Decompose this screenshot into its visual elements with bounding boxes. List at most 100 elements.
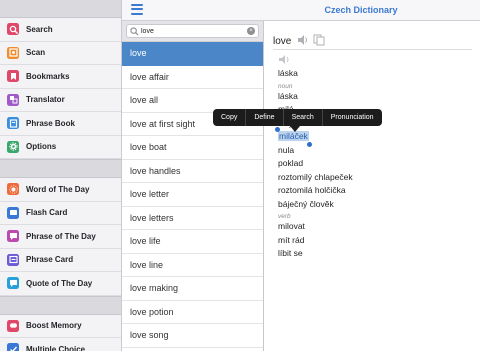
word-list-item[interactable]: love letters (122, 207, 263, 230)
sun-icon (7, 183, 19, 196)
sidebar: Search Scan Bookmarks Translator Phrase Book… (0, 0, 122, 351)
sidebar-item-options[interactable]: Options (0, 135, 121, 159)
translations-list: láskanounláskamilámilýmiláčeknulapokladr… (275, 67, 468, 261)
sidebar-group-practice: Boost Memory Multiple Choice (0, 314, 121, 351)
sidebar-spacer (0, 0, 121, 18)
word-list: love love affair love all love at first sig… (122, 42, 263, 348)
sidebar-item-translator[interactable]: Translator (0, 88, 121, 112)
word-list-item[interactable]: love song (122, 324, 263, 348)
sidebar-item-scan[interactable]: Scan (0, 41, 121, 65)
sidebar-group-daily: Word of The Day Flash Card Phrase of The D… (0, 178, 121, 296)
sidebar-item-label: Scan (26, 48, 46, 58)
sidebar-item-label: Quote of The Day (26, 278, 93, 288)
translation-item[interactable]: roztomilá holčička (278, 184, 468, 198)
translation-item[interactable]: poklad (278, 157, 468, 171)
search-input[interactable] (141, 25, 241, 37)
translation-item[interactable]: láska (278, 90, 468, 104)
sidebar-item-multiple-choice[interactable]: Multiple Choice (0, 338, 121, 351)
sidebar-item-bookmarks[interactable]: Bookmarks (0, 65, 121, 89)
part-of-speech-label: verb (278, 213, 291, 220)
sidebar-item-label: Multiple Choice (26, 344, 86, 351)
quote-icon (7, 277, 19, 290)
word-list-item[interactable]: love potion (122, 301, 263, 324)
menu-item-pronunciation[interactable]: Pronunciation (323, 109, 382, 126)
translation-item[interactable]: líbit se (278, 247, 468, 261)
word-list-item[interactable]: love affair (122, 66, 263, 89)
sidebar-item-label: Boost Memory (26, 321, 82, 331)
sidebar-item-boost-memory[interactable]: Boost Memory (0, 314, 121, 338)
sidebar-item-phrase-card[interactable]: Phrase Card (0, 248, 121, 272)
word-list-item[interactable]: love life (122, 230, 263, 254)
sidebar-item-label: Options (26, 142, 57, 152)
bookmarks-icon (7, 70, 19, 83)
word-list-item[interactable]: love handles (122, 160, 263, 183)
chat-bubble-icon (7, 230, 19, 243)
search-icon (130, 27, 139, 36)
sidebar-item-label: Translator (26, 95, 65, 105)
selection-handle[interactable] (275, 127, 280, 132)
translation-text: báječný člověk (278, 198, 334, 209)
app-title: Czech Dictionary (324, 5, 398, 15)
translation-item[interactable]: báječný člověk (278, 198, 468, 212)
menu-pointer (290, 126, 300, 132)
menu-item-search[interactable]: Search (284, 109, 323, 126)
translation-item[interactable]: milovat (278, 220, 468, 234)
selected-text: miláček (278, 131, 309, 141)
speaker-icon[interactable] (278, 54, 292, 65)
clear-search-icon[interactable]: × (247, 27, 255, 35)
sidebar-item-word-of-the-day[interactable]: Word of The Day (0, 178, 121, 202)
sidebar-item-label: Phrase Card (26, 255, 74, 265)
sidebar-item-phrase-book[interactable]: Phrase Book (0, 112, 121, 136)
sidebar-item-label: Search (26, 24, 53, 34)
phrase-card-icon (7, 253, 19, 266)
sidebar-item-flash-card[interactable]: Flash Card (0, 201, 121, 225)
translation-text: mít rád (278, 234, 305, 245)
translation-text: milovat (278, 221, 305, 231)
word-list-panel: × lovelove affairlove alllove at first s… (122, 21, 264, 351)
sidebar-spacer (0, 295, 121, 315)
menu-item-copy[interactable]: Copy (213, 109, 247, 126)
sidebar-item-quote-of-the-day[interactable]: Quote of The Day (0, 272, 121, 296)
sidebar-group-main: Search Scan Bookmarks Translator Phrase Book… (0, 18, 121, 159)
scan-icon (7, 46, 19, 59)
search-field[interactable]: × (126, 24, 259, 38)
translation-item[interactable]: mít rád (278, 234, 468, 248)
sidebar-item-search[interactable]: Search (0, 18, 121, 42)
sidebar-item-label: Word of The Day (26, 184, 90, 194)
phrase-book-icon (7, 117, 19, 130)
word-list-item[interactable]: love boat (122, 136, 263, 160)
sidebar-item-label: Bookmarks (26, 71, 70, 81)
word-list-item[interactable]: love (122, 42, 263, 66)
translation-text: líbit se (278, 248, 303, 258)
gear-icon (7, 140, 19, 153)
speaker-icon[interactable] (297, 34, 309, 46)
translation-text: poklad (278, 158, 304, 168)
text-edit-menu: Copy Define Search Pronunciation (213, 109, 382, 126)
translation-item[interactable]: láska (278, 67, 468, 81)
navigation-bar: Czech Dictionary (122, 0, 480, 21)
word-list-item[interactable]: love making (122, 277, 263, 301)
part-of-speech-label: noun (278, 82, 293, 90)
search-icon (7, 23, 19, 36)
translation-text: láska (278, 68, 298, 78)
flash-card-icon (7, 206, 19, 219)
translation-item[interactable]: miláček (275, 127, 312, 147)
brain-icon (7, 319, 19, 332)
checklist-icon (7, 343, 19, 351)
divider (273, 49, 472, 50)
menu-item-define[interactable]: Define (246, 109, 284, 126)
selection-handle[interactable] (306, 141, 312, 147)
definition-pane: love láskanounláskamilámilýmiláčeknulapo… (265, 21, 480, 351)
word-list-item[interactable]: love line (122, 254, 263, 277)
headword: love (273, 36, 292, 47)
sidebar-item-label: Phrase of The Day (26, 231, 96, 241)
word-list-item[interactable]: love letter (122, 183, 263, 207)
copy-icon[interactable] (313, 34, 325, 46)
sidebar-item-label: Phrase Book (26, 118, 75, 128)
translation-text: láska (278, 90, 298, 101)
search-bar: × (122, 21, 263, 42)
translation-item[interactable]: roztomilý chlapeček (278, 171, 468, 185)
translation-text: roztomilý chlapeček (278, 171, 353, 182)
sidebar-item-phrase-of-the-day[interactable]: Phrase of The Day (0, 225, 121, 249)
translation-text: nula (278, 144, 295, 155)
